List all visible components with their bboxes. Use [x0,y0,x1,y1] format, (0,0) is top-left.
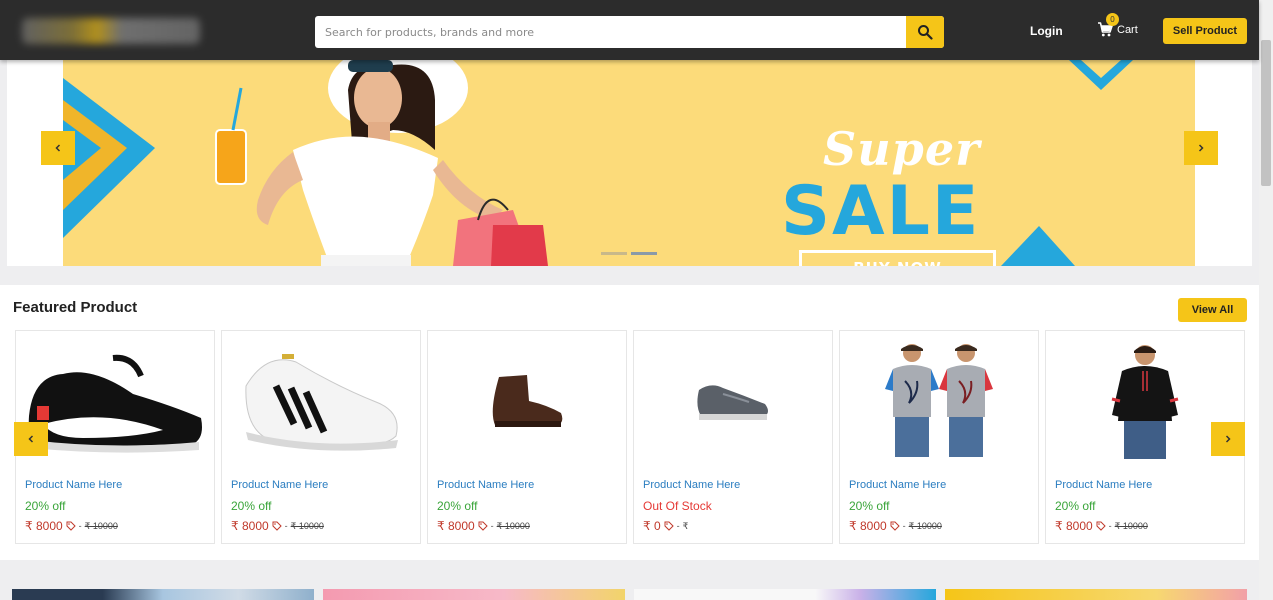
product-old-price: ₹ [682,520,689,531]
product-discount: 20% off [437,499,478,513]
view-all-button[interactable]: View All [1178,298,1247,322]
hoodie-model-icon [1111,345,1179,459]
carousel-prev-button[interactable] [41,131,75,165]
scrollbar-thumb[interactable] [1261,40,1271,186]
carousel-next-button[interactable] [1184,131,1218,165]
search-button[interactable] [906,16,944,48]
top-header: Login 0 Cart Sell Product [0,0,1259,60]
product-image[interactable] [428,331,626,471]
carousel-dot-2[interactable] [631,252,657,255]
product-discount: 20% off [1055,499,1096,513]
search-bar [315,16,944,48]
featured-products-section: Featured Product View All Product Name H… [0,285,1259,560]
tag-icon [1096,521,1106,531]
product-old-price: ₹ 10000 [84,520,118,531]
cart-count-badge: 0 [1106,13,1119,26]
brand-logo[interactable] [22,18,200,44]
product-old-price: ₹ 10000 [1114,520,1148,531]
product-discount: 20% off [25,499,66,513]
product-price-row: ₹ 8000 - ₹ 10000 [231,519,324,533]
promo-banner-4[interactable] [945,589,1247,600]
product-name[interactable]: Product Name Here [643,479,740,491]
tag-icon [66,521,76,531]
product-image[interactable] [222,331,420,471]
section-title: Featured Product [13,299,138,316]
chevron-right-icon [1225,435,1231,443]
product-price: ₹ 8000 [25,519,63,533]
page-scrollbar[interactable] [1259,0,1273,600]
price-separator: - [284,521,288,531]
tag-icon [890,521,900,531]
product-price: ₹ 8000 [231,519,269,533]
product-image[interactable] [634,331,832,471]
sneaker-black-icon [28,354,203,453]
tag-icon [664,521,674,531]
product-price-row: ₹ 8000 - ₹ 10000 [1055,519,1148,533]
chevron-left-icon [28,435,34,443]
cart-link[interactable]: 0 Cart [1097,13,1138,37]
sneaker-white-icon [245,354,398,451]
promo-banner-1[interactable] [12,589,314,600]
promo-banner-2[interactable] [323,589,625,600]
tag-icon [272,521,282,531]
chevron-left-icon [55,144,61,152]
product-card[interactable]: Product Name Here 20% off ₹ 8000 - ₹ 100… [221,330,421,544]
price-separator: - [490,521,494,531]
price-separator: - [902,521,906,531]
banner-graphics [63,60,1133,266]
product-price: ₹ 8000 [849,519,887,533]
product-name[interactable]: Product Name Here [437,479,534,491]
chevron-right-icon [1198,144,1204,152]
login-link[interactable]: Login [1030,24,1063,38]
products-next-button[interactable] [1211,422,1245,456]
product-discount: 20% off [231,499,272,513]
product-card[interactable]: Product Name Here 20% off ₹ 8000 - ₹ 100… [839,330,1039,544]
promo-banner-3[interactable] [634,589,936,600]
product-name[interactable]: Product Name Here [1055,479,1152,491]
product-price: ₹ 0 [643,519,661,533]
product-card[interactable]: Product Name Here 20% off ₹ 8000 - ₹ 100… [427,330,627,544]
product-stock-status: Out Of Stock [643,499,712,513]
tag-icon [478,521,488,531]
product-price-row: ₹ 8000 - ₹ 10000 [849,519,942,533]
product-price-row: ₹ 0 - ₹ [643,519,688,533]
product-image[interactable] [840,331,1038,471]
price-separator: - [676,521,680,531]
sell-product-button[interactable]: Sell Product [1163,18,1247,44]
boot-brown-icon [492,375,563,427]
product-old-price: ₹ 10000 [908,520,942,531]
product-price: ₹ 8000 [437,519,475,533]
sneaker-grey-icon [697,385,768,420]
tshirt-models-icon [885,344,993,457]
cart-label: Cart [1117,23,1138,36]
products-prev-button[interactable] [14,422,48,456]
product-name[interactable]: Product Name Here [849,479,946,491]
hero-banner-slide[interactable]: Super SALE BUY NOW [63,60,1195,266]
product-price-row: ₹ 8000 - ₹ 10000 [437,519,530,533]
product-price: ₹ 8000 [1055,519,1093,533]
product-name[interactable]: Product Name Here [231,479,328,491]
price-separator: - [1108,521,1112,531]
search-input[interactable] [315,16,906,48]
banner-headline-super: Super [823,122,981,176]
product-discount: 20% off [849,499,890,513]
product-price-row: ₹ 8000 - ₹ 10000 [25,519,118,533]
product-card[interactable]: Product Name Here Out Of Stock ₹ 0 - ₹ [633,330,833,544]
product-name[interactable]: Product Name Here [25,479,122,491]
price-separator: - [78,521,82,531]
product-old-price: ₹ 10000 [290,520,324,531]
product-old-price: ₹ 10000 [496,520,530,531]
search-icon [918,25,933,40]
banner-headline-sale: SALE [781,172,981,251]
carousel-dot-1[interactable] [601,252,627,255]
carousel-indicators [601,252,657,255]
buy-now-button[interactable]: BUY NOW [799,250,996,266]
